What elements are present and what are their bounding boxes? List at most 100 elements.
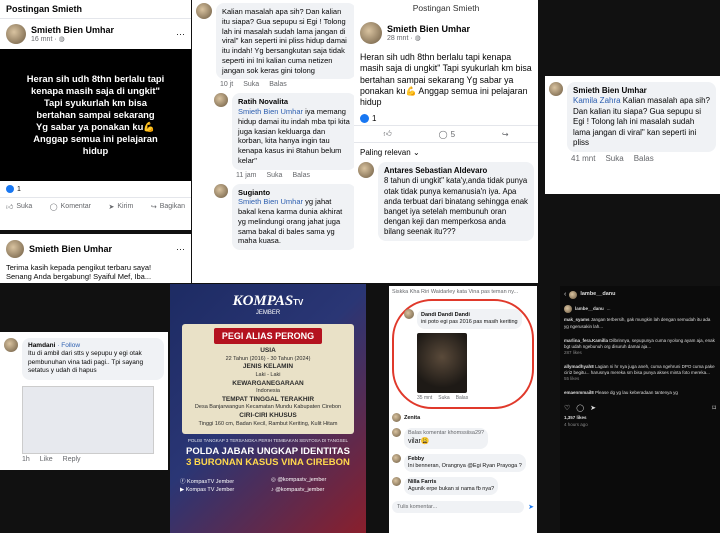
comment-author[interactable]: Dandi Dandi Dandi [421,312,518,319]
more-icon[interactable]: ··· [176,244,185,254]
comment-user[interactable]: emaenmmail8 [564,390,594,395]
send-button[interactable]: ➤ Kirim [109,203,134,211]
mention-link[interactable]: Kamila Zahra [573,96,621,105]
author-name[interactable]: Smieth Bien Umhar [31,25,114,35]
heart-icon[interactable]: ♡ [564,404,570,413]
like-button[interactable]: Suka [243,81,259,88]
avatar[interactable] [196,3,212,19]
social-youtube[interactable]: ▶ Kompas TV Jember [180,487,265,493]
avatar[interactable] [360,22,382,44]
field-value: Desa Banjarwangun Kecamatan Mundu Kabupa… [194,404,342,411]
comment-icon[interactable]: ◯ [576,404,584,413]
avatar[interactable] [392,453,401,463]
comment-author[interactable]: Ratih Novalita [238,97,350,107]
sort-dropdown[interactable]: Paling relevan ⌄ [354,143,538,162]
comment-bubble: Sugianto Smieth Bien Umhar yg jahat baka… [232,183,356,250]
avatar[interactable] [392,413,401,423]
comment-bubble: Smieth Bien Umhar Kamila Zahra Kalian ma… [567,82,716,153]
author-name[interactable]: Smieth Bien Umhar [387,24,470,34]
brand-city: JEMBER [255,310,281,316]
thumbs-up-icon: 👍︎ [6,204,14,211]
comment-author[interactable]: Zenita [404,415,420,421]
comment-bubble: Kalian masalah apa sih? Dan kalian itu s… [216,3,356,80]
globe-icon: ◍ [58,36,65,43]
send-icon[interactable]: ➤ [590,404,596,413]
follow-link[interactable]: · Follow [57,342,80,349]
like-button[interactable]: 👍︎ [383,129,391,139]
bookmark-icon[interactable]: ⌑ [712,404,716,413]
reply-button[interactable]: Balas [634,154,654,163]
comment-author[interactable]: Febby [408,456,522,463]
field-label: USIA [260,347,276,355]
like-button[interactable]: Suka [267,172,283,179]
comment-user[interactable]: marlina_fera.Kamilla [564,338,608,343]
comment-text: Please dg yg lau keberadaan tantenya yg [595,389,678,395]
post-text: Heran sih udh 8thn berlalu tapi kenapa m… [360,52,532,107]
social-tiktok[interactable]: ♪ @kompastv_jember [271,487,356,493]
comment-text: Ini benneran, Orangnya @Egi Ryan Prayoga… [408,462,522,469]
username[interactable]: lambe__danu [580,291,615,298]
avatar[interactable] [6,240,24,258]
avatar[interactable] [569,290,578,299]
avatar[interactable] [214,93,228,108]
comment-author[interactable]: Balas komentar khomssiisa29? [408,430,484,437]
avatar[interactable] [392,476,401,486]
mention-link[interactable]: Smieth Bien Umhar [238,197,303,206]
avatar[interactable] [564,305,572,314]
comment-bubble: Dandi Dandi Dandi ini poto egi pas 2016 … [417,309,522,330]
comment-input[interactable]: Tulis komentar... [392,501,525,514]
like-button[interactable]: Suka [605,154,623,163]
post-line: bertahan sampai sekarang [36,108,155,120]
like-button[interactable]: Suka [438,395,449,401]
social-instagram[interactable]: ◎ @kompastv_jember [271,477,356,485]
comment-time: 1h [22,455,30,463]
social-facebook[interactable]: ⓕ KompasTV Jember [180,477,265,485]
facebook-icon: ⓕ [180,478,188,485]
mention-link[interactable]: Smieth Bien Umhar [238,107,303,116]
reply-button[interactable]: Balas [269,81,287,88]
avatar[interactable] [392,428,401,438]
like-button[interactable]: 👍︎ Suka [6,202,32,211]
comment-text: vilar😩 [408,438,430,446]
share-button[interactable]: ↪ [502,130,509,139]
reply-button[interactable]: Reply [63,456,81,463]
field-value: Laki - Laki [255,372,281,379]
brand-logo: KOMPAS [232,293,294,309]
comment-author[interactable]: Nilla Farris [408,479,494,486]
back-arrow-icon[interactable]: ‹ [564,290,566,299]
send-icon[interactable]: ➤ [528,503,534,511]
reply-button[interactable]: Balas [292,172,310,179]
attached-photo[interactable] [417,333,467,394]
avatar[interactable] [4,338,18,352]
comment-author[interactable]: Hamdani [28,342,55,349]
comment-user[interactable]: mak_syams [564,317,590,322]
comment-bubble: Febby Ini benneran, Orangnya @Egi Ryan P… [404,453,526,472]
reaction-count[interactable]: 1 [17,186,21,193]
attached-screenshot[interactable] [22,385,154,454]
avatar[interactable] [358,162,374,179]
comment-user[interactable]: allymadhyah8 [564,364,594,369]
avatar[interactable] [214,183,228,198]
comment-author[interactable]: Sugianto [238,188,350,198]
author-name[interactable]: Smieth Bien Umhar [29,244,112,254]
avatar[interactable] [549,82,563,96]
panel-comments-2: Kalian masalah apa sih? Dan kalian itu s… [192,0,360,283]
caption-user[interactable]: lambe__danu [575,306,604,312]
reply-button[interactable]: Balas [456,395,469,401]
globe-icon: ◍ [414,35,421,42]
more-icon[interactable]: ··· [176,29,185,39]
comment-author[interactable]: Antares Sebastian Aldevaro [384,166,528,176]
reaction-count[interactable]: 1 [372,114,376,123]
share-icon: ↪ [150,203,157,211]
avatar[interactable] [404,309,414,319]
field-label: JENIS KELAMIN [242,363,294,371]
comment-button[interactable]: ◯ 5 [439,130,455,139]
comment-author[interactable]: Smieth Bien Umhar [573,86,710,96]
avatar[interactable] [6,24,26,44]
like-button[interactable]: Like [40,456,53,463]
comment-text: Itu di ambil dari stts y sepupu y egi ot… [28,350,144,375]
share-button[interactable]: ↪ Bagikan [151,203,185,211]
field-value: 22 Tahun (2016) - 30 Tahun (2024) [225,355,311,362]
comment-bubble: Ratih Novalita Smieth Bien Umhar iya mem… [232,93,356,170]
comment-button[interactable]: ◯ Komentar [50,203,91,211]
